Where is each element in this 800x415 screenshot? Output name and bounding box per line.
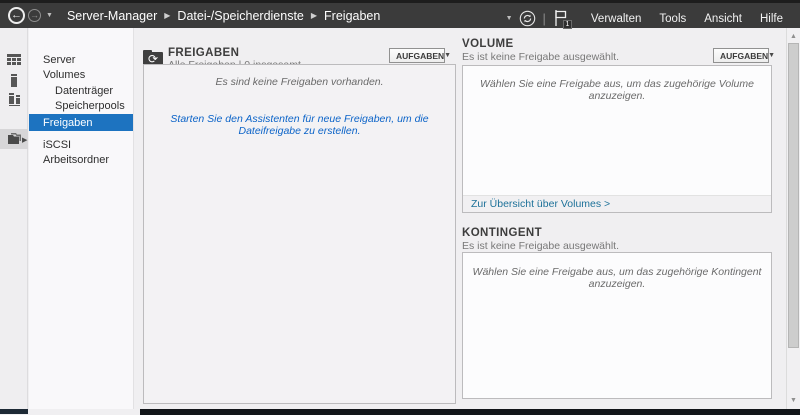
chevron-down-icon: ▼ xyxy=(768,52,775,59)
sidebar-item-server[interactable]: Server xyxy=(29,52,133,68)
strip-expand-arrow-icon[interactable]: ▶ xyxy=(22,136,27,144)
menu-ansicht[interactable]: Ansicht xyxy=(695,13,751,25)
volume-empty-area: Wählen Sie eine Freigabe aus, um das zug… xyxy=(462,65,772,213)
server-dropdown-chevron-icon[interactable]: ▼ xyxy=(506,15,513,22)
quota-panel-title: KONTINGENT xyxy=(462,227,542,239)
nav-history-chevron-icon[interactable]: ▼ xyxy=(46,12,53,19)
new-share-wizard-link[interactable]: Starten Sie den Assistenten für neue Fre… xyxy=(144,113,455,137)
notifications-flag-icon[interactable]: 1 xyxy=(553,9,570,28)
menu-hilfe[interactable]: Hilfe xyxy=(751,13,792,25)
volume-panel-title: VOLUME xyxy=(462,38,514,50)
shares-tasks-button[interactable]: AUFGABEN ▼ xyxy=(389,48,445,63)
notification-count-badge: 1 xyxy=(563,20,572,29)
sidebar-navigation: Server Volumes Datenträger Speicherpools… xyxy=(29,28,134,409)
menu-verwalten[interactable]: Verwalten xyxy=(582,13,651,25)
sidebar-item-speicherpools[interactable]: Speicherpools xyxy=(29,99,133,115)
vertical-scrollbar[interactable]: ▲ ▼ xyxy=(786,28,800,409)
breadcrumb-section[interactable]: Datei-/Speicherdienste xyxy=(177,9,303,23)
shares-panel-title: FREIGABEN xyxy=(168,47,239,59)
breadcrumb-root[interactable]: Server-Manager xyxy=(67,9,157,23)
sidebar-item-volumes[interactable]: Volumes xyxy=(29,68,133,84)
volume-empty-text: Wählen Sie eine Freigabe aus, um das zug… xyxy=(463,78,771,102)
bottom-left-screen-edge xyxy=(0,409,28,414)
sidebar-item-arbeitsordner[interactable]: Arbeitsordner xyxy=(29,153,133,169)
breadcrumb-separator-icon: ▶ xyxy=(164,11,170,20)
breadcrumb: Server-Manager ▶ Datei-/Speicherdienste … xyxy=(67,9,380,23)
shares-empty-text: Es sind keine Freigaben vorhanden. xyxy=(144,76,455,88)
breadcrumb-current: Freigaben xyxy=(324,9,380,23)
volume-footer: Zur Übersicht über Volumes > xyxy=(463,195,771,212)
volumes-overview-link[interactable]: Zur Übersicht über Volumes > xyxy=(471,198,610,210)
shares-tasks-label: AUFGABEN xyxy=(396,51,444,61)
sidebar-item-iscsi[interactable]: iSCSI xyxy=(29,137,133,153)
toolbar-divider: | xyxy=(543,11,546,26)
back-button[interactable]: ← xyxy=(8,7,25,24)
local-server-icon[interactable] xyxy=(0,70,28,90)
chevron-down-icon: ▼ xyxy=(444,52,451,59)
refresh-icon[interactable] xyxy=(519,10,536,27)
bottom-screen-edge xyxy=(140,409,800,415)
volume-tasks-label: AUFGABEN xyxy=(720,51,768,61)
scroll-up-icon[interactable]: ▲ xyxy=(787,30,800,43)
scrollbar-thumb[interactable] xyxy=(788,43,799,348)
all-servers-icon[interactable] xyxy=(0,89,28,109)
sidebar-item-datentraeger[interactable]: Datenträger xyxy=(29,83,133,99)
shares-empty-area: Es sind keine Freigaben vorhanden. Start… xyxy=(143,64,456,404)
volume-tasks-button[interactable]: AUFGABEN ▼ xyxy=(713,48,769,63)
scroll-down-icon[interactable]: ▼ xyxy=(787,394,800,407)
volume-panel-subtitle: Es ist keine Freigabe ausgewählt. xyxy=(462,51,619,63)
nav-icon-strip: ▶ xyxy=(0,28,28,409)
title-bar: ← → ▼ Server-Manager ▶ Datei-/Speicherdi… xyxy=(0,0,800,28)
forward-button[interactable]: → xyxy=(28,9,41,22)
quota-panel-subtitle: Es ist keine Freigabe ausgewählt. xyxy=(462,240,619,252)
quota-empty-area: Wählen Sie eine Freigabe aus, um das zug… xyxy=(462,252,772,399)
sidebar-item-freigaben[interactable]: Freigaben xyxy=(29,114,133,131)
server-manager-window: ← → ▼ Server-Manager ▶ Datei-/Speicherdi… xyxy=(0,0,800,415)
dashboard-icon[interactable] xyxy=(0,50,28,70)
menu-tools[interactable]: Tools xyxy=(650,13,695,25)
quota-empty-text: Wählen Sie eine Freigabe aus, um das zug… xyxy=(463,266,771,290)
breadcrumb-separator-icon: ▶ xyxy=(311,11,317,20)
